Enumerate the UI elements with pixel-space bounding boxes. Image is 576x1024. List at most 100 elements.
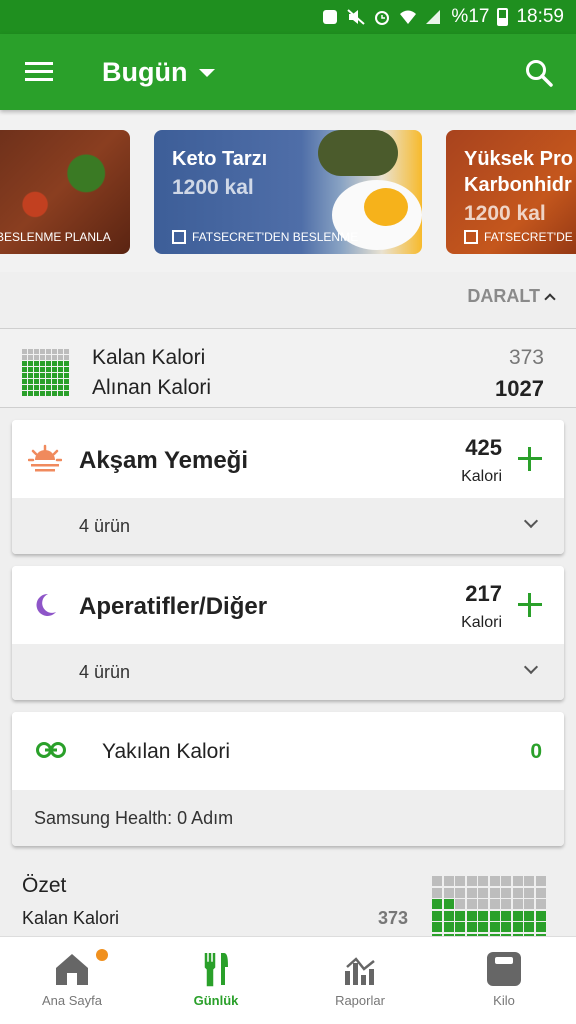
search-icon[interactable]: [524, 58, 554, 88]
summary-remaining-value: 373: [378, 908, 409, 928]
add-food-button[interactable]: [518, 593, 542, 617]
grid-cell: [524, 910, 534, 921]
map-icon: [464, 230, 478, 244]
nav-label: Kilo: [493, 993, 515, 1008]
grid-cell: [478, 899, 488, 909]
grid-cell: [52, 373, 57, 378]
grid-cell: [466, 910, 477, 921]
grid-cell: [58, 355, 63, 360]
grid-cell: [64, 349, 69, 354]
collapse-button[interactable]: DARALT: [467, 286, 556, 307]
add-food-button[interactable]: [518, 447, 542, 471]
grid-cell: [34, 349, 39, 354]
wifi-icon: [400, 10, 417, 24]
grid-cell: [443, 910, 454, 921]
chevron-up-icon: [544, 292, 556, 305]
grid-cell: [22, 355, 27, 360]
burned-calories-card[interactable]: Yakılan Kalori 0 Samsung Health: 0 Adım: [12, 712, 564, 846]
summary-title: Özet: [22, 874, 67, 897]
grid-cell: [512, 899, 523, 909]
notification-badge: [96, 949, 108, 961]
meal-items-row[interactable]: 4 ürün: [12, 644, 564, 700]
grid-cell: [455, 887, 465, 898]
grid-cell: [512, 910, 523, 921]
grid-cell: [46, 385, 51, 390]
grid-cell: [40, 391, 45, 396]
grid-cell: [28, 385, 33, 390]
meal-calories-value: 217: [465, 581, 502, 606]
burned-calories-header[interactable]: Yakılan Kalori 0: [12, 712, 564, 790]
meal-card-snacks[interactable]: Aperatifler/Diğer 217 Kalori 4 ürün: [12, 566, 564, 700]
meal-title: Aperatifler/Diğer: [79, 593, 268, 620]
moon-icon: [36, 593, 56, 616]
grid-cell: [489, 887, 500, 898]
grid-cell: [432, 922, 442, 932]
grid-cell: [535, 899, 546, 909]
grid-cell: [501, 876, 511, 886]
grid-cell: [46, 349, 51, 354]
remaining-calories-row: Kalan Kalori 373: [92, 346, 544, 370]
diet-plan-title: Yüksek Pro Karbonhidr: [464, 148, 573, 196]
grid-cell: [34, 373, 39, 378]
grid-cell: [455, 876, 465, 886]
grid-cell: [22, 349, 27, 354]
grid-cell: [52, 361, 57, 366]
grid-cell: [455, 910, 465, 921]
summary-section: Özet Kalan Kalori 373: [0, 850, 576, 944]
grid-cell: [46, 361, 51, 366]
meal-card-header[interactable]: Aperatifler/Diğer 217 Kalori: [12, 566, 564, 644]
grid-cell: [52, 349, 57, 354]
grid-cell: [34, 379, 39, 384]
grid-cell: [28, 373, 33, 378]
battery-icon: [497, 8, 509, 26]
grid-cell: [40, 355, 45, 360]
meal-item-count: 4 ürün: [79, 516, 131, 536]
nav-home[interactable]: Ana Sayfa: [0, 937, 144, 1024]
grid-cell: [52, 391, 57, 396]
grid-cell: [535, 922, 546, 932]
grid-cell: [28, 367, 33, 372]
menu-button[interactable]: [0, 34, 78, 110]
grid-cell: [455, 899, 465, 909]
chevron-down-icon[interactable]: [523, 513, 539, 529]
grid-cell: [34, 385, 39, 390]
grid-cell: [40, 361, 45, 366]
mute-icon: [347, 9, 366, 25]
grid-cell: [46, 355, 51, 360]
consumed-calories-label: Alınan Kalori: [92, 376, 212, 399]
grid-cell: [64, 379, 69, 384]
meal-card-header[interactable]: Akşam Yemeği 425 Kalori: [12, 420, 564, 498]
meal-item-count: 4 ürün: [79, 662, 131, 682]
samsung-health-steps: Samsung Health: 0 Adım: [34, 808, 234, 828]
chevron-down-icon[interactable]: [523, 659, 539, 675]
remaining-calories-value: 373: [508, 346, 544, 369]
date-selector[interactable]: Bugün: [102, 57, 216, 88]
grid-cell: [22, 361, 27, 366]
grid-cell: [22, 391, 27, 396]
burned-calories-source-row[interactable]: Samsung Health: 0 Adım: [12, 790, 564, 846]
grid-cell: [58, 379, 63, 384]
meal-card-dinner[interactable]: Akşam Yemeği 425 Kalori 4 ürün: [12, 420, 564, 554]
diet-plan-card[interactable]: Keto Tarzı 1200 kal FATSECRET'DEN BESLEN…: [154, 130, 422, 254]
grid-cell: [466, 876, 477, 886]
grid-cell: [512, 922, 523, 932]
grid-cell: [478, 887, 488, 898]
nav-reports[interactable]: Raporlar: [288, 937, 432, 1024]
grid-cell: [58, 391, 63, 396]
grid-cell: [34, 367, 39, 372]
meal-items-row[interactable]: 4 ürün: [12, 498, 564, 554]
grid-cell: [478, 910, 488, 921]
grid-cell: [40, 349, 45, 354]
grid-cell: [22, 385, 27, 390]
consumed-calories-value: 1027: [495, 376, 544, 401]
diet-plan-card[interactable]: Yüksek Pro Karbonhidr 1200 kal FATSECRET…: [446, 130, 576, 254]
diet-plan-card[interactable]: N BESLENME PLANLA: [0, 130, 130, 254]
grid-cell: [40, 367, 45, 372]
grid-cell: [432, 910, 442, 921]
grid-cell: [58, 367, 63, 372]
calorie-summary: Kalan Kalori 373 Alınan Kalori 1027: [0, 328, 576, 408]
grid-cell: [52, 355, 57, 360]
diet-plan-carousel[interactable]: N BESLENME PLANLA Keto Tarzı 1200 kal FA…: [0, 110, 576, 272]
nav-diary[interactable]: Günlük: [144, 937, 288, 1024]
nav-weight[interactable]: Kilo: [432, 937, 576, 1024]
